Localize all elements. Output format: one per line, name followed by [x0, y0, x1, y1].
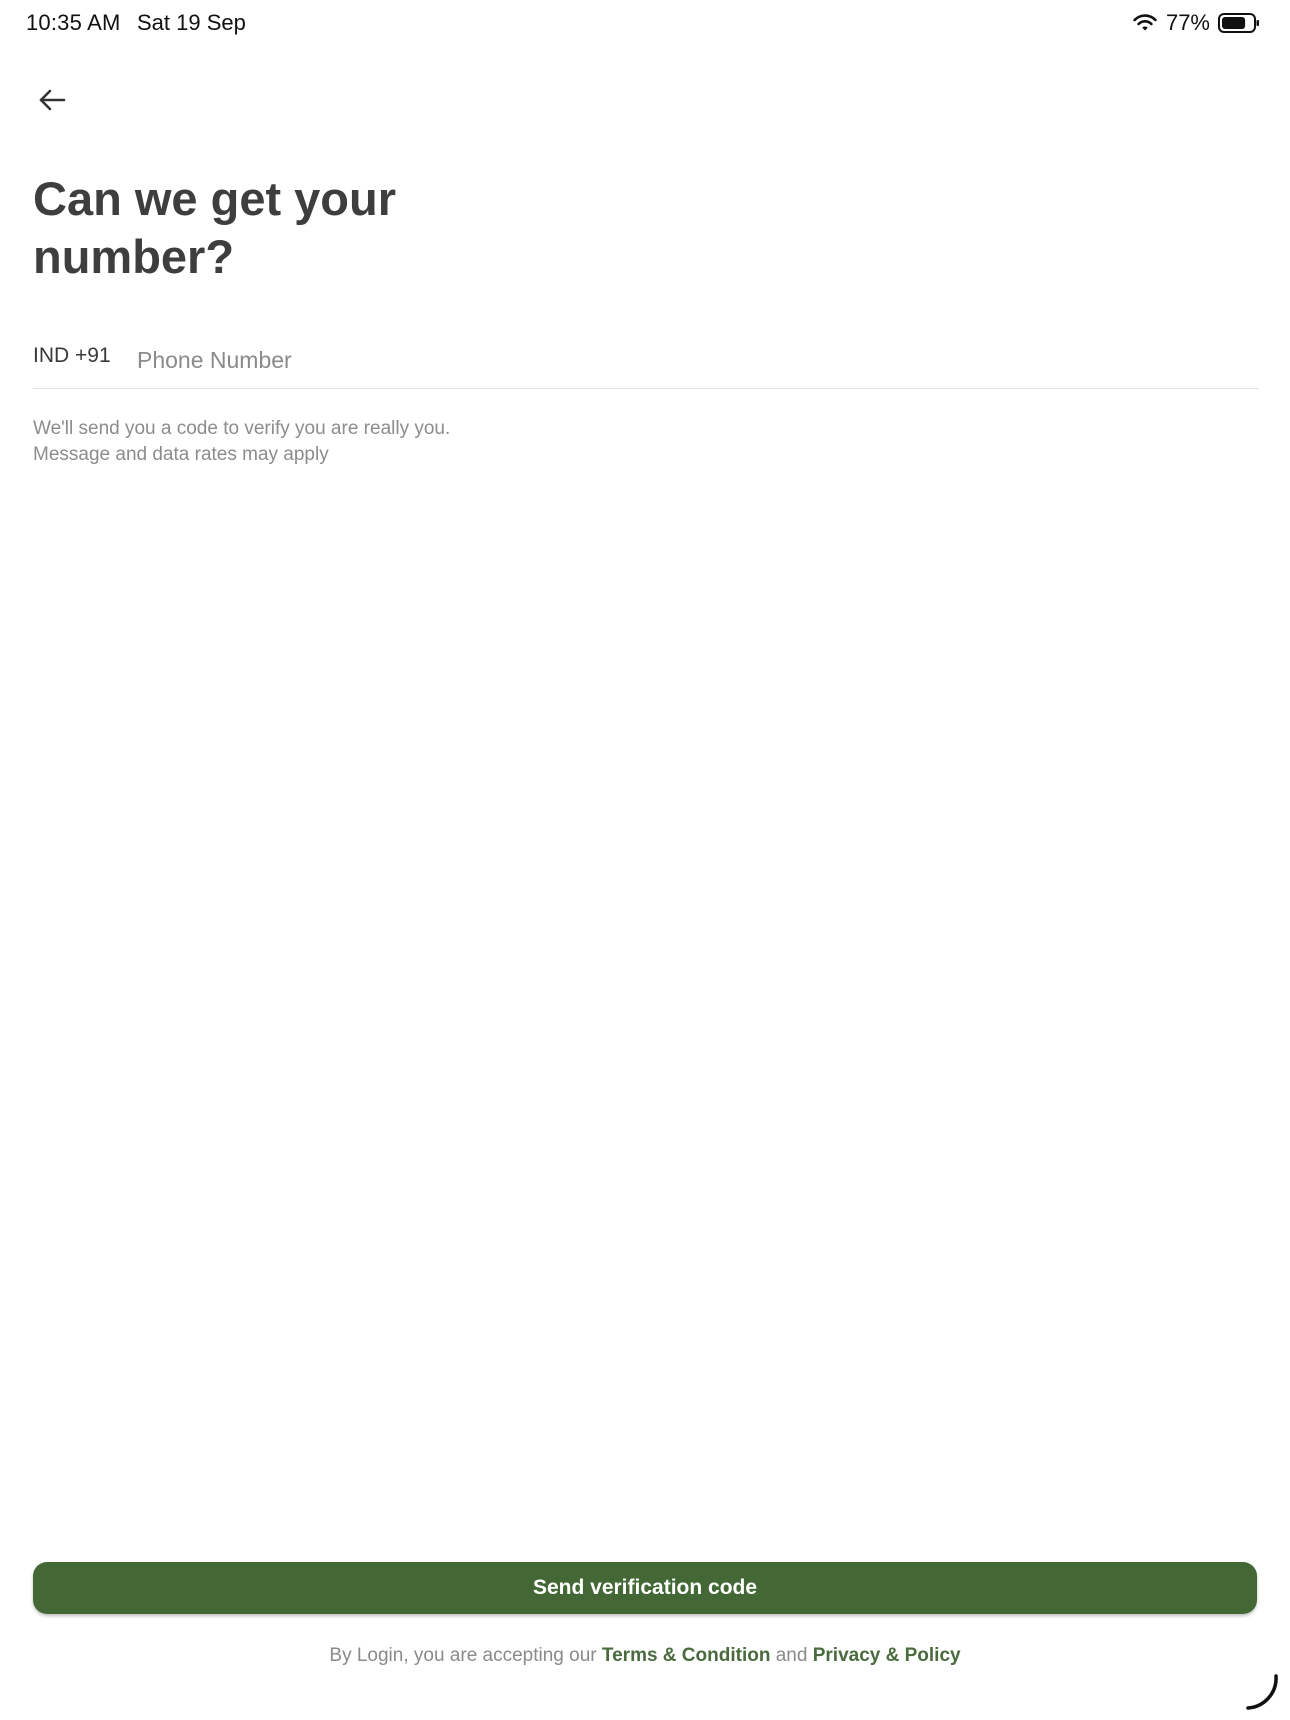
status-indicators: 77% — [1132, 10, 1260, 36]
status-time: 10:35 AM — [26, 10, 121, 35]
spinner-icon — [1246, 1674, 1278, 1710]
privacy-link[interactable]: Privacy & Policy — [813, 1645, 961, 1666]
send-verification-code-button[interactable]: Send verification code — [33, 1562, 1257, 1614]
wifi-icon — [1132, 13, 1158, 33]
helper-line-verify: We'll send you a code to verify you are … — [33, 418, 451, 439]
country-code-selector[interactable]: IND +91 — [33, 344, 111, 368]
legal-prefix: By Login, you are accepting our — [329, 1645, 597, 1666]
page-title: Can we get your number? — [33, 172, 397, 283]
phone-field: IND +91 — [33, 338, 1259, 389]
battery-icon — [1218, 12, 1260, 34]
status-bar: 10:35 AM Sat 19 Sep 77% — [0, 0, 1290, 48]
helper-line-rates: Message and data rates may apply — [33, 444, 329, 465]
legal-and: and — [775, 1645, 808, 1666]
back-button[interactable] — [34, 82, 70, 118]
status-date: Sat 19 Sep — [137, 10, 246, 35]
helper-text: We'll send you a code to verify you are … — [33, 416, 450, 468]
legal-footer: By Login, you are accepting our Terms & … — [0, 1645, 1290, 1667]
terms-link[interactable]: Terms & Condition — [602, 1645, 771, 1666]
phone-number-input[interactable] — [137, 338, 1237, 382]
login-phone-screen: 10:35 AM Sat 19 Sep 77% Can we get your … — [0, 0, 1290, 1720]
arrow-left-icon — [39, 89, 66, 111]
battery-percent: 77% — [1165, 10, 1210, 35]
